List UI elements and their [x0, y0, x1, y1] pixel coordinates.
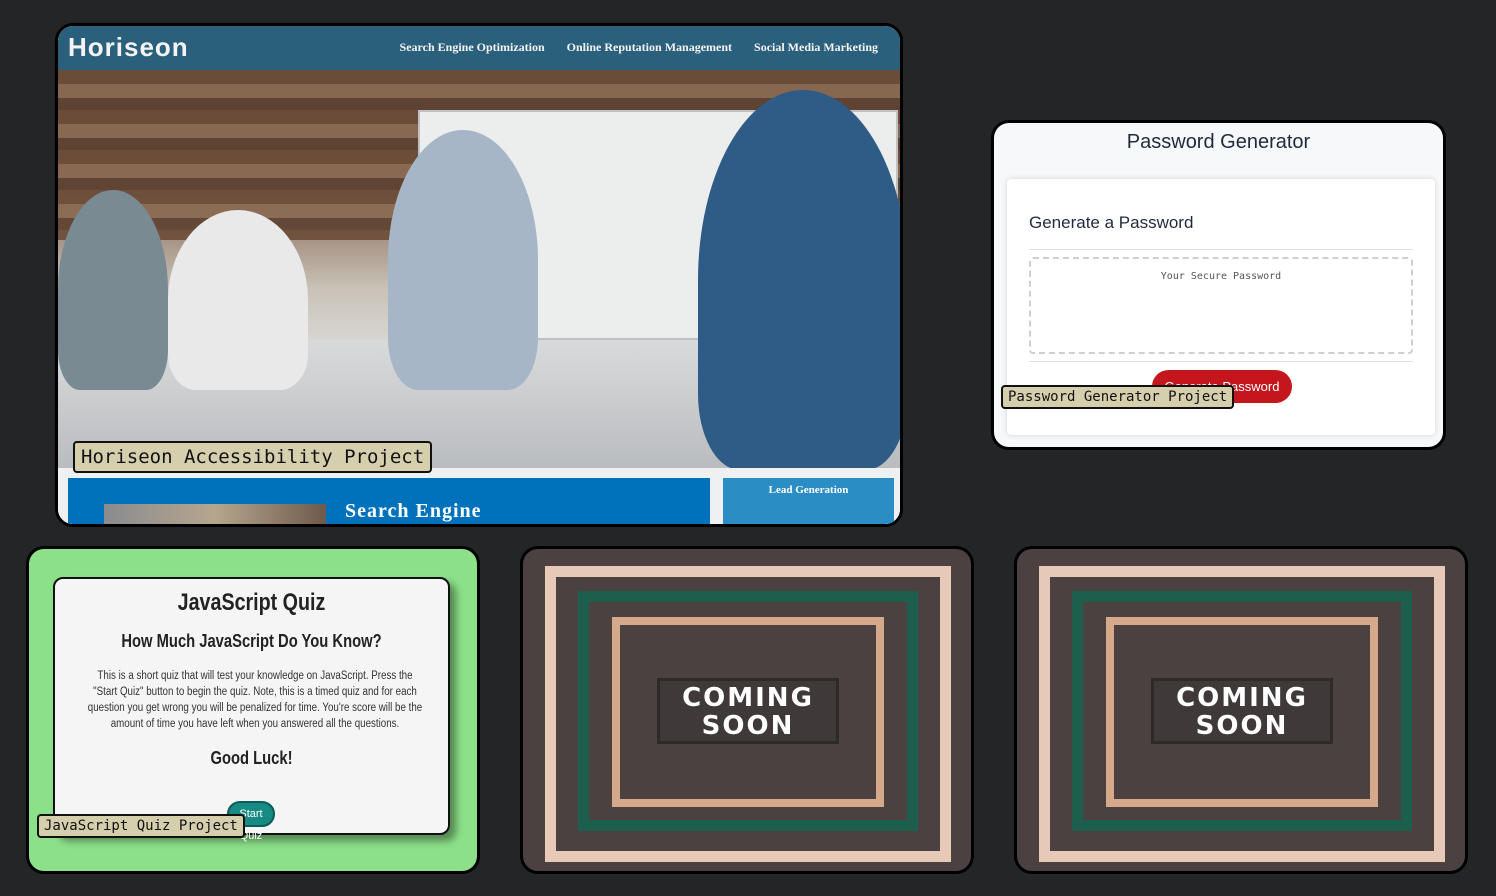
- password-title: Password Generator: [1126, 131, 1311, 153]
- horiseon-caption[interactable]: Horiseon Accessibility Project: [73, 441, 433, 473]
- quiz-title: JavaScript Quiz: [177, 589, 326, 616]
- section-thumbnail: [104, 504, 326, 524]
- password-placeholder: Your Secure Password: [1160, 271, 1282, 282]
- password-heading: Generate a Password: [1029, 213, 1194, 232]
- divider: [1029, 361, 1413, 362]
- coming-soon-label: COMING SOON: [1151, 678, 1333, 744]
- password-project-card[interactable]: Password Generator Generate a Password Y…: [991, 120, 1446, 450]
- coming-soon-card-1[interactable]: COMING SOON: [520, 546, 974, 874]
- section-title: Search Engine: [345, 500, 482, 522]
- soon-text: SOON: [1195, 711, 1289, 741]
- quiz-good-luck: Good Luck!: [210, 748, 293, 768]
- password-output: Your Secure Password: [1029, 257, 1413, 354]
- divider: [1029, 249, 1413, 250]
- quiz-project-card[interactable]: JavaScript Quiz How Much JavaScript Do Y…: [26, 546, 480, 874]
- soon-text: SOON: [701, 711, 795, 741]
- horiseon-nav: Search Engine Optimization Online Reputa…: [400, 40, 878, 55]
- horiseon-hero-image: [58, 70, 900, 468]
- coming-text: COMING: [682, 683, 814, 713]
- coming-text: COMING: [1176, 683, 1308, 713]
- horiseon-header: Horiseon Search Engine Optimization Onli…: [58, 26, 900, 70]
- coming-soon-label: COMING SOON: [657, 678, 839, 744]
- coming-soon-card-2[interactable]: COMING SOON: [1014, 546, 1468, 874]
- quiz-panel: JavaScript Quiz How Much JavaScript Do Y…: [53, 577, 450, 842]
- search-engine-section: Search Engine: [68, 478, 710, 524]
- lead-generation-section: Lead Generation: [723, 478, 894, 524]
- horiseon-content-band: Search Engine Lead Generation: [58, 468, 900, 524]
- side-title: Lead Generation: [768, 484, 849, 496]
- quiz-caption[interactable]: JavaScript Quiz Project: [37, 814, 245, 838]
- horiseon-project-card[interactable]: Horiseon Search Engine Optimization Onli…: [55, 23, 903, 527]
- nav-item-social: Social Media Marketing: [754, 40, 878, 54]
- password-caption[interactable]: Password Generator Project: [1001, 385, 1235, 409]
- quiz-subtitle: How Much JavaScript Do You Know?: [121, 631, 382, 651]
- nav-item-reputation: Online Reputation Management: [566, 40, 733, 54]
- nav-item-seo: Search Engine Optimization: [399, 40, 545, 54]
- quiz-description: This is a short quiz that will test your…: [87, 670, 423, 730]
- horiseon-logo: Horiseon: [68, 32, 189, 62]
